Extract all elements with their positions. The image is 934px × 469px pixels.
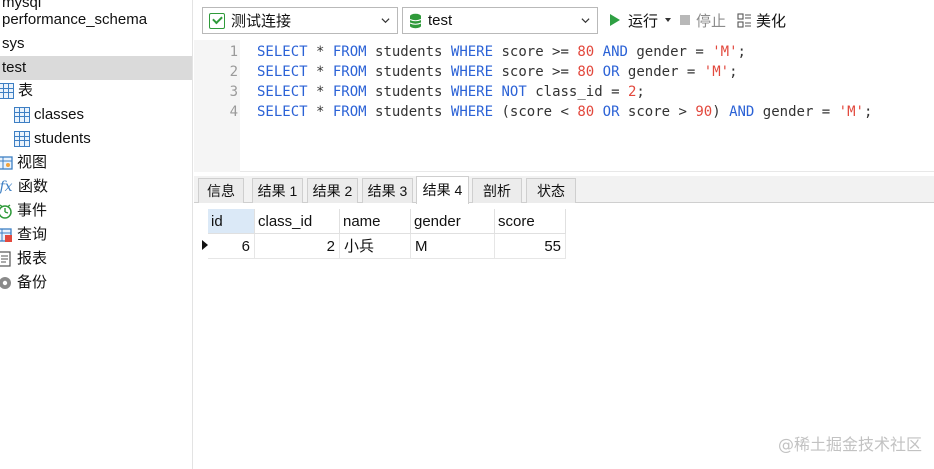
connection-icon <box>209 12 225 29</box>
tree-db-test[interactable]: test <box>0 56 192 80</box>
stop-button[interactable]: 停止 <box>680 9 726 31</box>
tree-item-label: 视图 <box>17 154 48 171</box>
sql-line-1[interactable]: SELECT * FROM students WHERE score >= 80… <box>257 42 746 62</box>
line-number: 1 <box>229 44 238 60</box>
tab-result-4[interactable]: 结果 4 <box>416 176 469 204</box>
play-icon <box>610 14 620 26</box>
table-icon <box>14 107 30 123</box>
tree-item-label: 事件 <box>17 202 48 219</box>
table-cell[interactable]: 55 <box>495 234 566 259</box>
backup-icon <box>0 277 11 289</box>
stop-button-label: 停止 <box>696 12 727 30</box>
line-number-gutter: 1 2 3 4 <box>194 40 240 172</box>
result-tab-bar: 信息 结果 1 结果 2 结果 3 结果 4 剖析 状态 <box>194 176 934 204</box>
tab-result-1[interactable]: 结果 1 <box>252 178 303 203</box>
connection-select-value: 测试连接 <box>231 13 292 30</box>
query-toolbar: 测试连接 test 运行 停止 美化 <box>194 0 934 40</box>
table-cell[interactable]: 6 <box>208 234 255 259</box>
tree-item-label: 备份 <box>17 274 48 291</box>
tree-item-reports[interactable]: 报表 <box>0 247 47 271</box>
tree-item-label: 报表 <box>17 250 48 267</box>
function-icon: fx <box>0 179 13 195</box>
tree-item-label: students <box>34 130 91 147</box>
caret-down-icon[interactable] <box>664 16 672 24</box>
column-header-id[interactable]: id <box>208 209 255 234</box>
database-select[interactable]: test <box>402 7 598 34</box>
sql-line-2[interactable]: SELECT * FROM students WHERE score >= 80… <box>257 62 738 82</box>
beautify-button[interactable]: 美化 <box>737 9 786 31</box>
chevron-down-icon <box>381 18 390 24</box>
tab-status[interactable]: 状态 <box>526 178 576 203</box>
tree-db-sys[interactable]: sys <box>0 32 192 56</box>
tree-item-label: 函数 <box>18 178 49 195</box>
tree-item-views[interactable]: 视图 <box>0 151 47 175</box>
tree-item-events[interactable]: 事件 <box>0 199 47 223</box>
result-grid[interactable]: id class_id name gender score 6 2 小兵 M 5… <box>194 204 934 469</box>
database-icon <box>409 13 422 28</box>
query-icon <box>0 228 12 242</box>
run-button-label: 运行 <box>628 12 659 30</box>
event-icon <box>0 204 12 219</box>
report-icon <box>0 251 11 267</box>
table-cell[interactable]: M <box>411 234 495 259</box>
sql-line-4[interactable]: SELECT * FROM students WHERE (score < 80… <box>257 102 872 122</box>
tree-item-tables[interactable]: 表 <box>0 79 33 103</box>
sql-line-3[interactable]: SELECT * FROM students WHERE NOT class_i… <box>257 82 645 102</box>
navigation-tree: mysql performance_schema sys test 表 clas… <box>0 0 193 469</box>
table-group-icon <box>0 83 14 99</box>
tree-item-label: 表 <box>18 82 34 99</box>
view-icon <box>0 156 13 170</box>
tab-result-3[interactable]: 结果 3 <box>362 178 413 203</box>
chevron-down-icon <box>581 18 590 24</box>
column-header-name[interactable]: name <box>340 209 411 234</box>
table-icon <box>14 131 30 147</box>
column-header-class-id[interactable]: class_id <box>255 209 340 234</box>
line-number: 2 <box>229 64 238 80</box>
tree-item-queries[interactable]: 查询 <box>0 223 47 247</box>
connection-select[interactable]: 测试连接 <box>202 7 398 34</box>
tab-info[interactable]: 信息 <box>198 178 244 203</box>
stop-icon <box>680 15 690 25</box>
line-number: 3 <box>229 84 238 100</box>
tree-item-backups[interactable]: 备份 <box>0 271 47 295</box>
column-header-score[interactable]: score <box>495 209 566 234</box>
watermark: @稀土掘金技术社区 <box>777 435 922 454</box>
tree-db-performance-schema[interactable]: performance_schema <box>0 8 192 32</box>
tree-item-students[interactable]: students <box>14 127 91 151</box>
beautify-button-label: 美化 <box>756 12 787 30</box>
run-button[interactable]: 运行 <box>610 9 672 31</box>
table-cell[interactable]: 小兵 <box>340 234 411 259</box>
tab-profile[interactable]: 剖析 <box>472 178 522 203</box>
database-select-value: test <box>428 12 453 29</box>
tab-result-2[interactable]: 结果 2 <box>307 178 358 203</box>
line-number: 4 <box>229 104 238 120</box>
sql-editor[interactable]: 1 2 3 4 SELECT * FROM students WHERE sco… <box>194 40 934 172</box>
tree-item-label: classes <box>34 106 85 123</box>
column-header-gender[interactable]: gender <box>411 209 495 234</box>
tree-item-label: 查询 <box>17 226 48 243</box>
table-cell[interactable]: 2 <box>255 234 340 259</box>
tree-item-functions[interactable]: fx 函数 <box>0 175 48 199</box>
beautify-icon <box>737 12 751 28</box>
tree-item-classes[interactable]: classes <box>14 103 84 127</box>
